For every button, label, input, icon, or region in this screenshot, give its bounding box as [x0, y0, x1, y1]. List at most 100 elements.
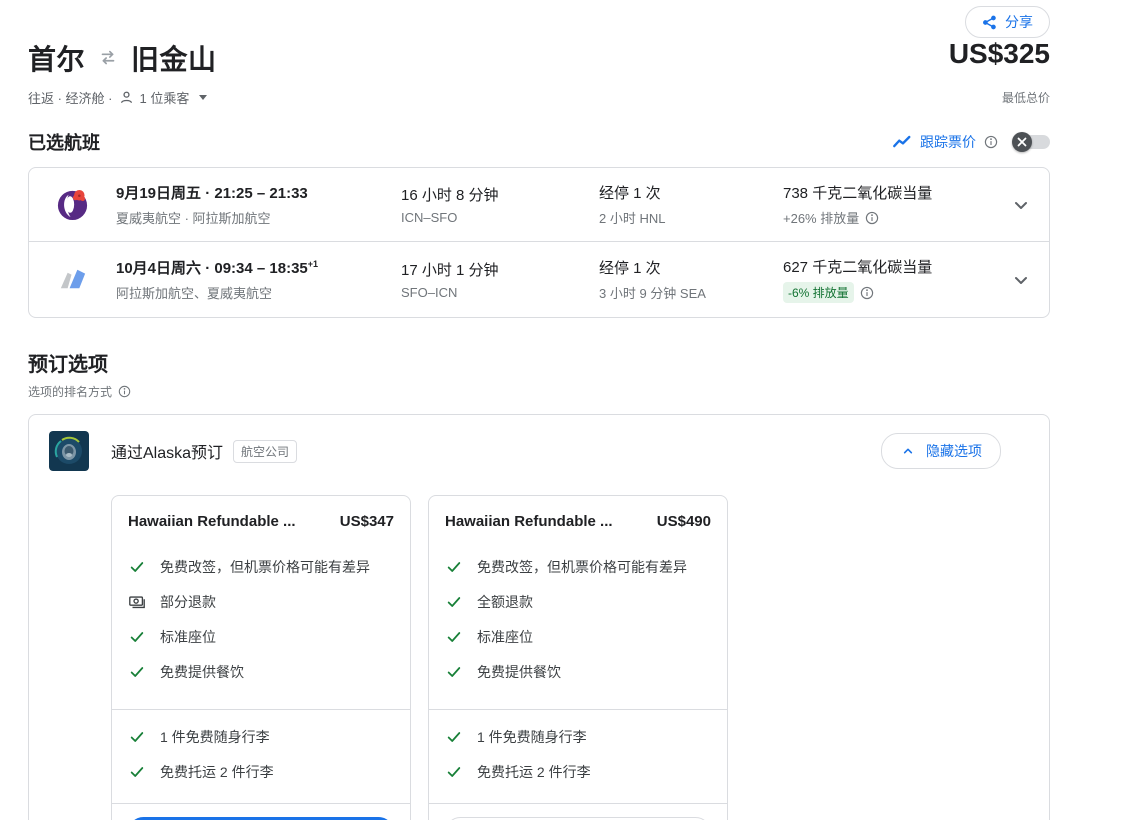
- flight-airlines: 阿拉斯加航空、夏威夷航空: [116, 283, 401, 302]
- flight-datetime: 9月19日周五 · 21:25 – 21:33: [116, 185, 308, 202]
- fare-baggage: 1 件免费随身行李: [128, 727, 394, 747]
- booking-options-title: 预订选项: [28, 348, 1050, 377]
- fare-price: US$347: [340, 513, 394, 530]
- flight-duration: 16 小时 8 分钟: [401, 184, 599, 205]
- flight-stops-cell: 经停 1 次 3 小时 9 分钟 SEA: [599, 257, 783, 302]
- fare-card-refundable-490: Hawaiian Refundable ... US$490 免费改签，但机票价…: [428, 495, 728, 820]
- fare-name: Hawaiian Refundable ...: [445, 513, 613, 530]
- flight-route: SFO–ICN: [401, 285, 599, 300]
- expand-flight-chevron-icon[interactable]: [993, 268, 1049, 292]
- check-icon: [445, 559, 463, 575]
- share-button[interactable]: 分享: [965, 6, 1050, 38]
- share-label: 分享: [1005, 12, 1033, 32]
- fare-feature: 免费改签，但机票价格可能有差异: [445, 557, 711, 577]
- fare-feature: 部分退款: [128, 592, 394, 612]
- fare-baggage: 1 件免费随身行李: [445, 727, 711, 747]
- emissions-info-icon[interactable]: [865, 211, 879, 225]
- flight-booking-page: 分享 首尔 旧金山 US$325 往返 · 经济舱 · 1 位乘客 最低总价: [0, 0, 1128, 820]
- provider-type-badge: 航空公司: [233, 440, 297, 463]
- check-icon: [128, 559, 146, 575]
- check-icon: [445, 594, 463, 610]
- track-prices-info-icon[interactable]: [984, 135, 998, 149]
- flight-stops: 经停 1 次: [599, 257, 783, 278]
- flight-layover: 2 小时 HNL: [599, 208, 783, 227]
- trip-type-cabin: 往返 · 经济舱 ·: [28, 88, 113, 107]
- hide-options-label: 隐藏选项: [926, 441, 982, 461]
- check-icon: [128, 629, 146, 645]
- fare-feature-text: 标准座位: [160, 627, 216, 647]
- selected-flights-list: 9月19日周五 · 21:25 – 21:33 夏威夷航空 · 阿拉斯加航空 1…: [28, 167, 1050, 318]
- fare-card-refundable-347: Hawaiian Refundable ... US$347 免费改签，但机票价…: [111, 495, 411, 820]
- fare-price: US$490: [657, 513, 711, 530]
- passenger-count: 1 位乘客: [140, 88, 190, 107]
- fare-baggage-text: 免费托运 2 件行李: [160, 762, 274, 782]
- fare-feature-text: 标准座位: [477, 627, 533, 647]
- swap-cities-icon: [95, 47, 121, 69]
- check-icon: [445, 729, 463, 745]
- flight-route: ICN–SFO: [401, 210, 599, 225]
- alaska-airlines-logo: [29, 262, 116, 297]
- fare-feature: 标准座位: [445, 627, 711, 647]
- ranking-info-icon[interactable]: [118, 385, 131, 398]
- passengers-caret-icon[interactable]: [199, 95, 207, 100]
- origin-city: 首尔: [28, 38, 85, 78]
- fare-baggage: 免费托运 2 件行李: [445, 762, 711, 782]
- trend-line-icon: [892, 134, 912, 150]
- fare-feature: 标准座位: [128, 627, 394, 647]
- check-icon: [128, 764, 146, 780]
- track-prices-label[interactable]: 跟踪票价: [920, 132, 976, 152]
- emissions-info-icon[interactable]: [860, 286, 874, 300]
- fare-baggage: 免费托运 2 件行李: [128, 762, 394, 782]
- emissions-delta-badge: -6% 排放量: [783, 282, 854, 303]
- alaska-provider-logo: [49, 431, 89, 471]
- flight-duration: 17 小时 1 分钟: [401, 259, 599, 280]
- fare-feature: 全额退款: [445, 592, 711, 612]
- flight-datetime-cell: 9月19日周五 · 21:25 – 21:33 夏威夷航空 · 阿拉斯加航空: [116, 182, 401, 227]
- flight-stops-cell: 经停 1 次 2 小时 HNL: [599, 182, 783, 227]
- destination-city: 旧金山: [131, 38, 217, 78]
- trip-meta[interactable]: 往返 · 经济舱 · 1 位乘客: [28, 88, 207, 107]
- emissions-delta: +26% 排放量: [783, 208, 859, 227]
- flight-datetime: 10月4日周六 · 09:34 – 18:35: [116, 260, 308, 277]
- flight-row-outbound[interactable]: 9月19日周五 · 21:25 – 21:33 夏威夷航空 · 阿拉斯加航空 1…: [29, 168, 1049, 241]
- booking-provider-card: 通过Alaska预订 航空公司 隐藏选项 Hawaiian Refundable…: [28, 414, 1050, 820]
- selected-flights-title: 已选航班: [28, 129, 100, 155]
- fare-baggage-text: 1 件免费随身行李: [160, 727, 270, 747]
- flight-emissions: 738 千克二氧化碳当量: [783, 182, 993, 203]
- fare-feature-text: 全额退款: [477, 592, 533, 612]
- flight-duration-cell: 17 小时 1 分钟 SFO–ICN: [401, 259, 599, 300]
- expand-flight-chevron-icon[interactable]: [993, 193, 1049, 217]
- flight-duration-cell: 16 小时 8 分钟 ICN–SFO: [401, 184, 599, 225]
- fare-feature: 免费改签，但机票价格可能有差异: [128, 557, 394, 577]
- check-icon: [445, 764, 463, 780]
- fare-feature-text: 免费提供餐饮: [160, 662, 244, 682]
- fare-feature-text: 免费提供餐饮: [477, 662, 561, 682]
- track-prices-toggle[interactable]: [1016, 135, 1050, 149]
- check-icon: [128, 664, 146, 680]
- flight-layover: 3 小时 9 分钟 SEA: [599, 283, 783, 302]
- fare-baggage-text: 免费托运 2 件行李: [477, 762, 591, 782]
- fare-baggage-text: 1 件免费随身行李: [477, 727, 587, 747]
- toggle-off-x-icon: [1012, 132, 1032, 152]
- chevron-up-icon: [900, 443, 916, 459]
- fare-feature-text: 部分退款: [160, 592, 216, 612]
- passenger-icon: [119, 90, 134, 105]
- flight-row-return[interactable]: 10月4日周六 · 09:34 – 18:35+1 阿拉斯加航空、夏威夷航空 1…: [29, 241, 1049, 317]
- flight-airlines: 夏威夷航空 · 阿拉斯加航空: [116, 208, 401, 227]
- flight-emissions-cell: 738 千克二氧化碳当量 +26% 排放量: [783, 182, 993, 227]
- ranking-label: 选项的排名方式: [28, 383, 112, 400]
- fare-feature-text: 免费改签，但机票价格可能有差异: [477, 557, 687, 577]
- total-price: US$325: [949, 38, 1050, 70]
- money-icon: [128, 593, 146, 611]
- fare-name: Hawaiian Refundable ...: [128, 513, 296, 530]
- hide-options-button[interactable]: 隐藏选项: [881, 433, 1001, 469]
- flight-datetime-cell: 10月4日周六 · 09:34 – 18:35+1 阿拉斯加航空、夏威夷航空: [116, 257, 401, 302]
- check-icon: [445, 629, 463, 645]
- share-icon: [982, 15, 997, 30]
- fare-feature-text: 免费改签，但机票价格可能有差异: [160, 557, 370, 577]
- arrival-day-offset: +1: [308, 259, 318, 269]
- flight-emissions: 627 千克二氧化碳当量: [783, 256, 993, 277]
- provider-name: 通过Alaska预订: [111, 439, 223, 463]
- fare-feature: 免费提供餐饮: [445, 662, 711, 682]
- check-icon: [128, 729, 146, 745]
